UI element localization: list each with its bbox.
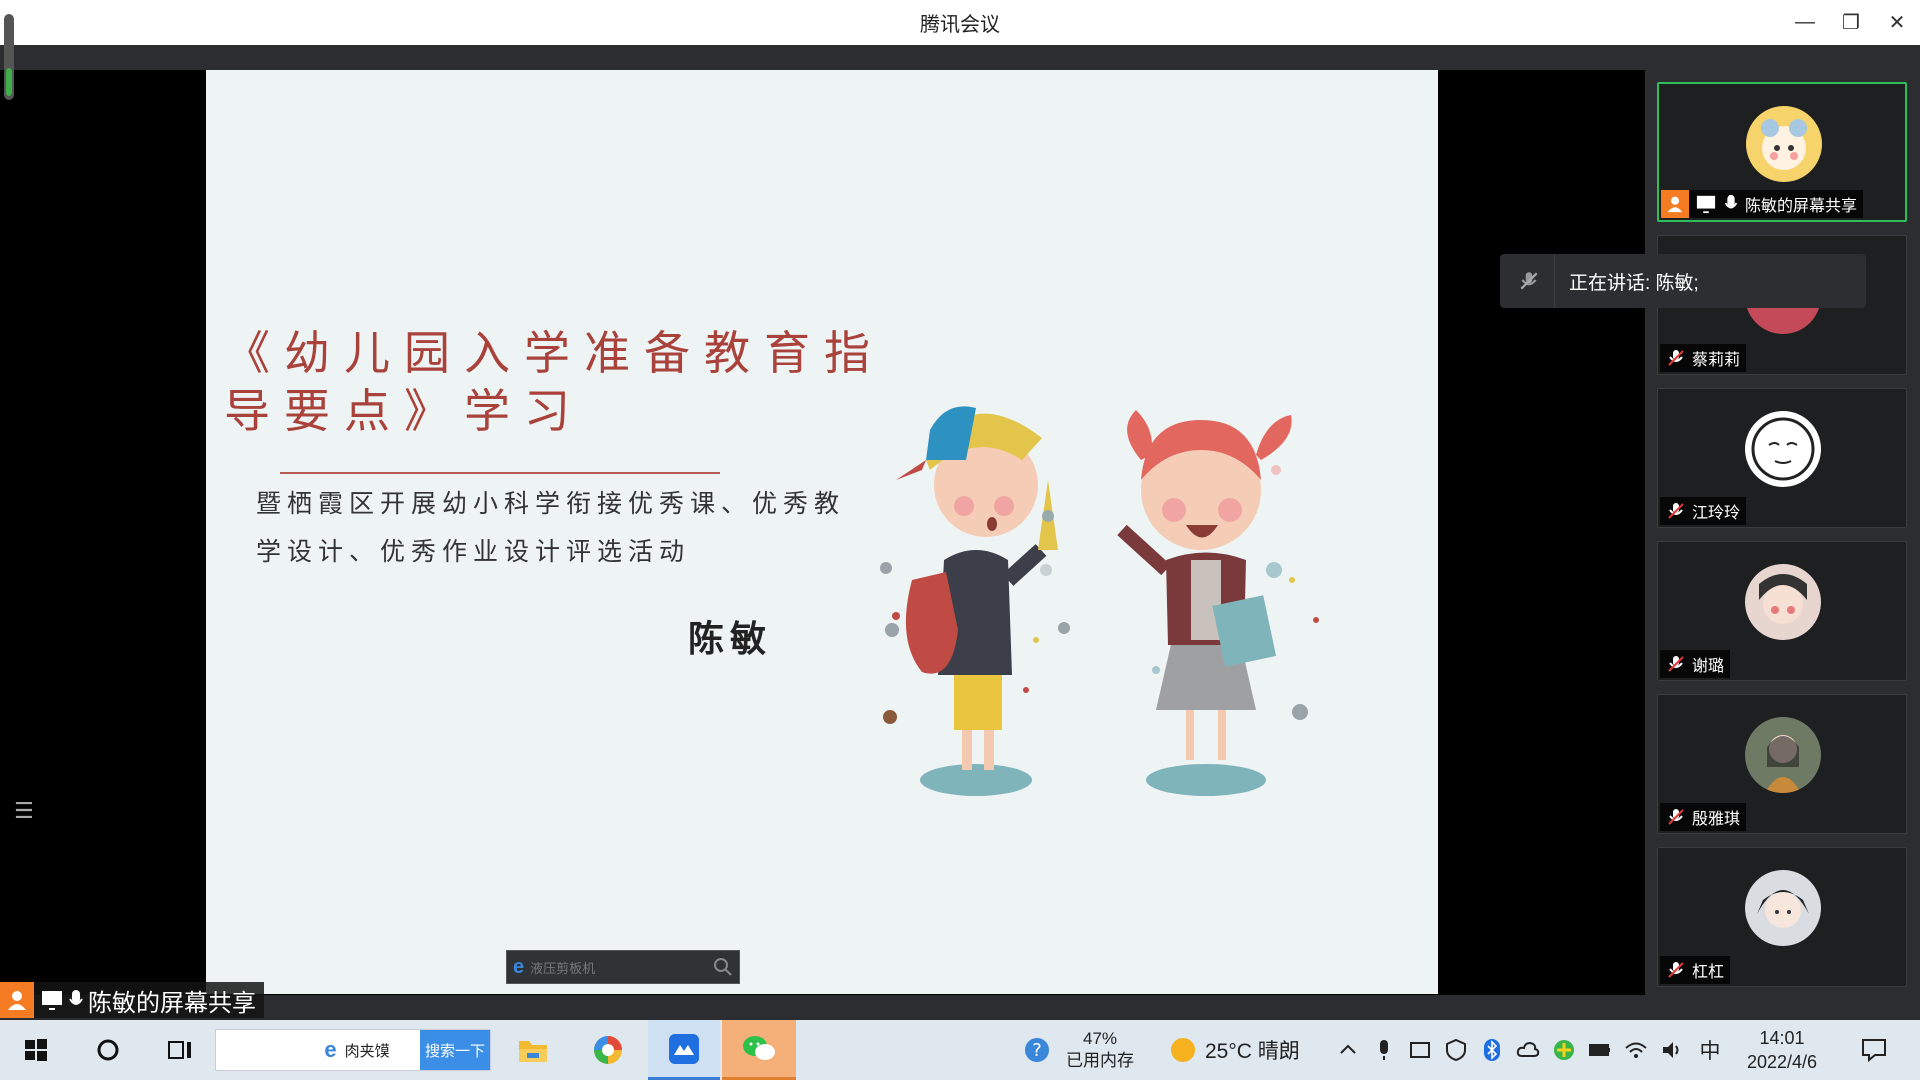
ie-icon: e: [513, 955, 525, 978]
notification-icon[interactable]: [1852, 1020, 1896, 1080]
screen-share-icon: [42, 991, 62, 1010]
participant-name: 殷雅琪: [1692, 811, 1741, 828]
participant-card[interactable]: 谢璐: [1657, 541, 1907, 681]
speaking-indicator: 正在讲话: 陈敏;: [1500, 254, 1866, 308]
chevron-up-icon[interactable]: [1336, 1038, 1360, 1062]
microphone-icon[interactable]: [1372, 1038, 1396, 1062]
browser-search-box[interactable]: e 液压剪板机: [506, 950, 740, 984]
clock-time: 14:01: [1759, 1028, 1805, 1048]
memory-usage[interactable]: 47% 已用内存: [1060, 1020, 1140, 1080]
microphone-icon: [1724, 194, 1738, 209]
participant-name: 谢璐: [1692, 658, 1725, 675]
cortana-icon[interactable]: [86, 1020, 130, 1080]
wechat-icon[interactable]: [722, 1020, 796, 1080]
system-clock[interactable]: 14:01 2022/4/6: [1740, 1020, 1824, 1080]
windows-start-icon[interactable]: [14, 1020, 58, 1080]
participant-card[interactable]: 陈敏的屏幕共享: [1657, 82, 1907, 222]
participant-name: 蔡莉莉: [1692, 352, 1741, 369]
microphone-muted-icon: [1668, 962, 1684, 978]
tencent-meeting-icon[interactable]: [648, 1020, 720, 1080]
microphone-muted-icon: [1520, 272, 1538, 290]
microphone-muted-icon: [1668, 656, 1684, 672]
cartoon-bear-avatar: [1746, 106, 1822, 182]
slide-subtitle: 暨栖霞区开展幼小科学衔接优秀课、优秀教学设计、优秀作业设计评选活动: [256, 489, 846, 566]
taskbar-search-text: 肉夹馍: [344, 1042, 390, 1060]
microphone-icon: [69, 990, 83, 1005]
slide-title: 《幼儿园入学准备教育指导要点》学习: [224, 326, 884, 438]
microphone-muted-icon: [1668, 809, 1684, 825]
line-drawing-avatar: [1745, 411, 1821, 487]
microphone-muted-icon: [1668, 350, 1684, 366]
participant-name: 江玲玲: [1692, 505, 1741, 522]
screen-share-text: 陈敏的屏幕共享: [88, 989, 256, 1017]
list-icon[interactable]: ☰: [14, 800, 40, 822]
clock-date: 2022/4/6: [1746, 1052, 1818, 1072]
presentation-slide: 《幼儿园入学准备教育指导要点》学习 暨栖霞区开展幼小科学衔接优秀课、优秀教学设计…: [206, 70, 1438, 994]
security-shield-icon[interactable]: [1444, 1038, 1468, 1062]
memory-percent: 47%: [1082, 1029, 1118, 1048]
battery-icon[interactable]: [1588, 1038, 1612, 1062]
person-icon: [1661, 190, 1689, 218]
participant-card[interactable]: 江玲玲: [1657, 388, 1907, 528]
bluetooth-icon[interactable]: [1480, 1038, 1504, 1062]
close-button[interactable]: ✕: [1874, 0, 1920, 45]
svg-text:?: ?: [1032, 1040, 1042, 1061]
microphone-muted-icon: [1668, 503, 1684, 519]
participant-name: 杠杠: [1692, 964, 1725, 981]
taskbar-search-button[interactable]: 搜索一下: [420, 1030, 490, 1070]
minimize-button[interactable]: —: [1782, 0, 1828, 45]
memory-label: 已用内存: [1066, 1051, 1134, 1070]
top-strip: [0, 45, 1645, 70]
volume-icon[interactable]: [1660, 1038, 1684, 1062]
audio-level-meter: [4, 14, 14, 100]
ie-icon: e: [324, 1037, 337, 1062]
photo-avatar: [1745, 717, 1821, 793]
screen-share-icon: [1696, 195, 1716, 214]
participants-panel: 陈敏的屏幕共享 蔡莉莉 江玲玲 谢璐 殷雅琪 杠杠: [1645, 45, 1920, 1020]
slide-divider: [280, 472, 720, 474]
photo-avatar: [1745, 870, 1821, 946]
file-explorer-icon[interactable]: [505, 1020, 561, 1080]
sun-icon[interactable]: [1165, 1020, 1201, 1080]
task-view-icon[interactable]: [158, 1020, 202, 1080]
children-illustration: [880, 406, 1319, 796]
windows-taskbar: e 肉夹馍 搜索一下 ? 47% 已用内存 25°C 晴朗 中 14:01 20…: [0, 1020, 1920, 1080]
participant-name: 陈敏的屏幕共享: [1745, 198, 1858, 215]
browser-search-placeholder: 液压剪板机: [530, 960, 596, 976]
photo-avatar: [1745, 564, 1821, 640]
slide-author: 陈敏: [688, 619, 773, 660]
restore-button[interactable]: ❐: [1828, 0, 1874, 45]
cloud-icon[interactable]: [1516, 1038, 1540, 1062]
search-icon[interactable]: [713, 957, 733, 977]
taskbar-search-box[interactable]: e 肉夹馍 搜索一下: [215, 1029, 491, 1071]
participant-card[interactable]: 殷雅琪: [1657, 694, 1907, 834]
browser-360-icon[interactable]: [580, 1020, 636, 1080]
speaking-text: 正在讲话: 陈敏;: [1569, 272, 1699, 294]
screen-share-label: 陈敏的屏幕共享: [0, 982, 264, 1018]
360-guard-icon[interactable]: [1552, 1038, 1576, 1062]
window-title: 腾讯会议: [920, 14, 1000, 36]
weather-text[interactable]: 25°C 晴朗: [1205, 1020, 1325, 1080]
wifi-icon[interactable]: [1624, 1038, 1648, 1062]
help-icon[interactable]: ?: [1018, 1020, 1056, 1080]
input-method-indicator[interactable]: 中: [1696, 1020, 1724, 1080]
window-titlebar: 腾讯会议 — ❐ ✕: [0, 0, 1920, 45]
participant-card[interactable]: 杠杠: [1657, 847, 1907, 987]
tablet-icon[interactable]: [1408, 1038, 1432, 1062]
person-icon: [0, 982, 34, 1018]
